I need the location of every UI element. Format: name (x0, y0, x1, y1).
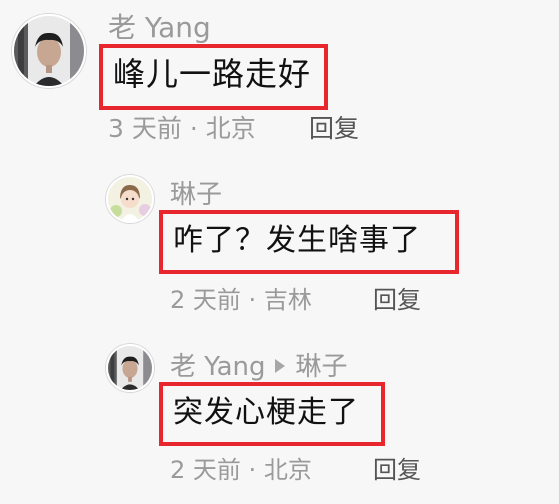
comment-location: 北京 (263, 456, 312, 484)
avatar-photo-icon (108, 346, 152, 390)
avatar-linzi[interactable] (106, 175, 154, 223)
comment-time: 3 天前 (108, 114, 182, 143)
avatar-lao-yang[interactable] (106, 344, 154, 392)
comment-text: 咋了？发生啥事了 (173, 223, 421, 258)
comment-text: 峰儿一路走好 (113, 55, 312, 93)
meta-separator: · (189, 114, 198, 143)
comment-location: 北京 (205, 114, 256, 143)
comment-author[interactable]: 老 Yang (108, 14, 211, 42)
reply-to-arrow-icon (275, 359, 286, 373)
comment-author[interactable]: 老 Yang (170, 352, 265, 382)
comment-meta: 2 天前 · 吉林 (170, 288, 312, 312)
avatar-cartoon-icon (108, 177, 152, 221)
avatar-lao-yang[interactable] (12, 14, 86, 88)
meta-separator: · (248, 456, 257, 484)
reply-button[interactable]: 回复 (373, 458, 421, 482)
reply-target[interactable]: 琳子 (295, 352, 347, 382)
reply-button[interactable]: 回复 (309, 116, 359, 141)
comment-time: 2 天前 (170, 456, 241, 484)
comment-text: 突发心梗走了 (173, 395, 359, 430)
comment-author-line: 老 Yang 琳子 (170, 354, 348, 380)
avatar-photo-icon (14, 16, 84, 86)
comment-meta: 2 天前 · 北京 (170, 458, 312, 482)
comment-time: 2 天前 (170, 286, 241, 314)
comment-author[interactable]: 琳子 (170, 182, 222, 208)
comment-meta: 3 天前 · 北京 (108, 116, 256, 141)
meta-separator: · (248, 286, 257, 314)
comment-location: 吉林 (263, 286, 312, 314)
reply-button[interactable]: 回复 (373, 288, 421, 312)
